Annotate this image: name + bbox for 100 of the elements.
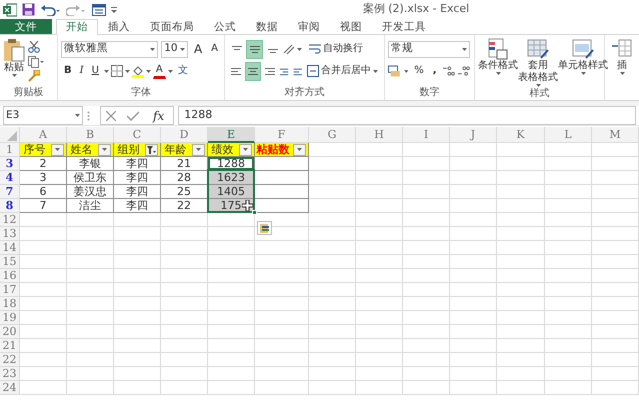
row-number[interactable]: 3	[0, 157, 20, 171]
grid-cell[interactable]	[255, 157, 309, 171]
font-size-field[interactable]: 10	[161, 40, 188, 58]
row-number[interactable]: 14	[0, 241, 20, 255]
font-name-field[interactable]: 微软雅黑	[61, 40, 158, 58]
column-header[interactable]: B	[67, 127, 114, 143]
column-header[interactable]: C	[114, 127, 161, 143]
style-gallery-button[interactable]: 条件格式	[478, 38, 518, 87]
column-header[interactable]: E	[208, 127, 255, 143]
number-format-value: 常规	[391, 41, 413, 56]
horizontal-align-button[interactable]	[245, 62, 262, 80]
redo-icon[interactable]	[66, 4, 86, 16]
cut-icon[interactable]	[28, 40, 40, 53]
indent-icon[interactable]	[279, 66, 303, 76]
row-number[interactable]: 24	[0, 381, 20, 395]
grid-cell[interactable]	[255, 185, 309, 199]
decrease-decimal-icon[interactable]	[458, 65, 471, 77]
row-number[interactable]: 4	[0, 171, 20, 185]
row-number[interactable]: 7	[0, 185, 20, 199]
number-format-field[interactable]: 常规	[388, 40, 470, 58]
orientation-icon[interactable]	[282, 43, 302, 55]
row-number[interactable]: 8	[0, 199, 20, 213]
drag-handle-icon[interactable]	[87, 110, 90, 120]
copy-icon[interactable]	[28, 56, 44, 68]
row-number[interactable]: 19	[0, 311, 20, 325]
select-all-icon[interactable]	[7, 131, 17, 141]
formula-input[interactable]: 1288	[178, 106, 636, 125]
row-number[interactable]: 16	[0, 269, 20, 283]
header-label: 姓名	[70, 143, 94, 156]
filter-dropdown-button[interactable]	[192, 144, 205, 156]
column-header[interactable]: K	[497, 127, 545, 143]
save-icon[interactable]	[22, 3, 36, 16]
row-number[interactable]: 21	[0, 339, 20, 353]
insert-button[interactable]: 插	[608, 38, 636, 75]
column-header[interactable]: F	[255, 127, 309, 143]
caret-icon[interactable]	[75, 114, 80, 117]
name-box[interactable]: E3	[3, 106, 83, 125]
shrink-font-button[interactable]: A	[208, 40, 221, 58]
fill-handle[interactable]	[252, 210, 257, 215]
wrap-text-button[interactable]: 自动换行	[306, 40, 366, 58]
row-number[interactable]: 13	[0, 227, 20, 241]
filter-dropdown-button[interactable]	[51, 144, 64, 156]
form-icon[interactable]	[92, 4, 106, 16]
fill-color-icon[interactable]	[132, 64, 144, 78]
percent-button[interactable]: %	[411, 62, 427, 80]
undo-icon[interactable]	[40, 4, 61, 16]
caret-icon[interactable]	[146, 70, 151, 72]
filter-active-button[interactable]	[145, 144, 158, 156]
column-header[interactable]: H	[356, 127, 403, 143]
filter-dropdown-button[interactable]	[98, 144, 111, 156]
ribbon-tab[interactable]: 开始	[56, 19, 98, 35]
caret-icon[interactable]	[150, 48, 156, 50]
row-number[interactable]: 20	[0, 325, 20, 339]
vertical-align-button[interactable]	[246, 40, 263, 58]
row-number[interactable]: 12	[0, 213, 20, 227]
accounting-format-icon[interactable]	[388, 65, 401, 77]
grow-font-button[interactable]: A	[190, 40, 206, 58]
check-icon[interactable]	[127, 110, 139, 120]
caret-icon[interactable]	[104, 70, 109, 72]
row-number[interactable]: 15	[0, 255, 20, 269]
column-header[interactable]: I	[403, 127, 450, 143]
row-number[interactable]: 22	[0, 353, 20, 367]
style-gallery-button[interactable]: 套用 表格格式	[518, 38, 558, 87]
customize-toolbar-icon[interactable]	[111, 6, 118, 12]
grid-cell[interactable]	[255, 171, 309, 185]
row-number[interactable]: 17	[0, 283, 20, 297]
column-header[interactable]: D	[161, 127, 208, 143]
caret-icon[interactable]	[168, 70, 173, 72]
caret-icon[interactable]	[404, 70, 408, 72]
font-color-button[interactable]: A	[152, 63, 166, 79]
merge-center-button[interactable]: 合并后居中	[304, 62, 381, 80]
paste-options-menu[interactable]	[257, 221, 272, 235]
column-header[interactable]: A	[20, 127, 67, 143]
style-gallery-button[interactable]: 单元格样式	[558, 38, 608, 87]
caret-icon[interactable]	[124, 70, 130, 72]
column-header[interactable]: G	[309, 127, 356, 143]
paste-button[interactable]: 粘贴	[3, 38, 25, 82]
increase-decimal-icon[interactable]	[442, 65, 456, 77]
file-tab[interactable]: 文件	[0, 19, 52, 34]
phonetic-button[interactable]: 文	[174, 62, 191, 80]
column-header[interactable]: M	[592, 127, 639, 143]
borders-icon[interactable]	[110, 65, 123, 77]
table-cell: 6	[20, 185, 67, 199]
filter-dropdown-button[interactable]	[239, 144, 252, 156]
underline-button[interactable]: U	[88, 62, 102, 80]
format-painter-icon[interactable]	[28, 70, 40, 82]
caret-icon[interactable]	[180, 48, 185, 50]
column-header[interactable]: L	[545, 127, 592, 143]
italic-button[interactable]: I	[76, 62, 87, 80]
comma-button[interactable]: ,	[430, 62, 440, 80]
row-number[interactable]: 18	[0, 297, 20, 311]
caret-icon[interactable]	[462, 48, 467, 50]
caret-icon	[496, 72, 500, 75]
cancel-icon[interactable]	[106, 110, 116, 120]
bold-button[interactable]: B	[61, 62, 75, 80]
row-number[interactable]: 23	[0, 367, 20, 381]
filter-dropdown-button[interactable]	[293, 144, 306, 156]
row-number[interactable]: 1	[0, 143, 20, 157]
excel-logo-icon[interactable]	[2, 2, 17, 16]
column-header[interactable]: J	[450, 127, 497, 143]
